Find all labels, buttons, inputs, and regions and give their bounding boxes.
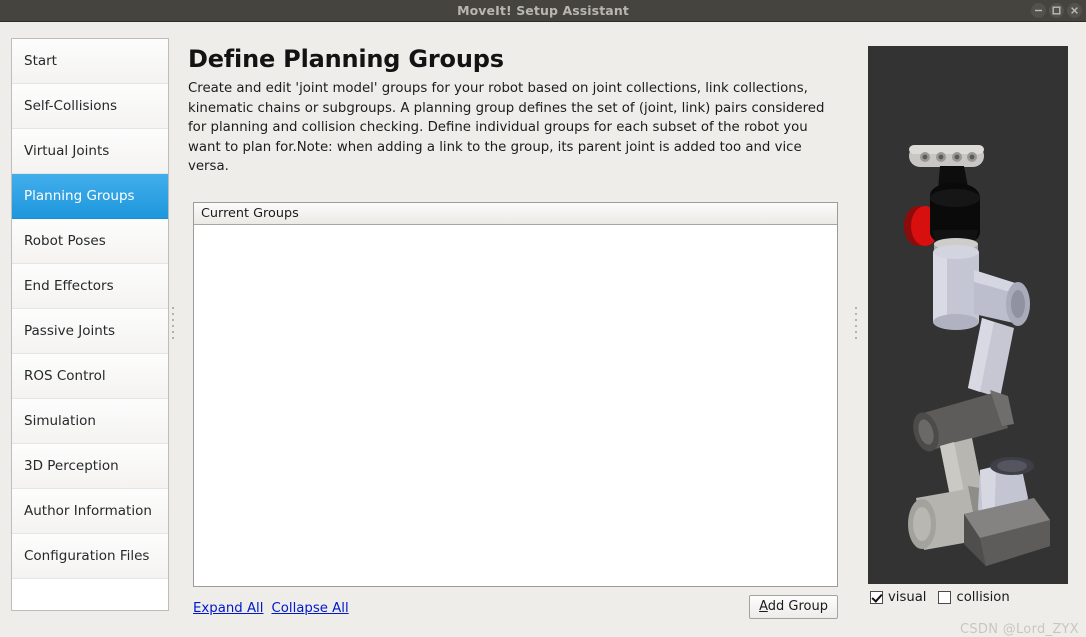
sidebar-item-label: Author Information — [24, 503, 152, 519]
maximize-button[interactable] — [1049, 3, 1064, 18]
sidebar-item-label: End Effectors — [24, 278, 114, 294]
sidebar-item-label: Start — [24, 53, 57, 69]
minimize-button[interactable] — [1031, 3, 1046, 18]
robot-3d-view[interactable] — [868, 46, 1068, 584]
collision-checkbox-label: collision — [956, 590, 1010, 605]
sidebar-item-end-effectors[interactable]: End Effectors — [12, 264, 168, 309]
page-title: Define Planning Groups — [188, 45, 504, 73]
collision-checkbox-box[interactable] — [938, 591, 952, 604]
sidebar-splitter[interactable] — [170, 38, 176, 611]
sidebar-item-label: 3D Perception — [24, 458, 119, 474]
watermark-text: CSDN @Lord_ZYX — [960, 622, 1079, 637]
sidebar-item-label: Configuration Files — [24, 548, 150, 564]
window-controls — [1031, 3, 1082, 18]
sidebar-item-label: ROS Control — [24, 368, 106, 384]
maximize-icon — [1052, 6, 1061, 15]
robot-render — [868, 46, 1068, 584]
sidebar-item-3d-perception[interactable]: 3D Perception — [12, 444, 168, 489]
viewer-splitter[interactable] — [853, 38, 859, 611]
add-group-label: dd Group — [767, 599, 828, 614]
current-groups-list[interactable] — [194, 225, 837, 586]
sidebar-item-label: Planning Groups — [24, 188, 135, 204]
sidebar-item-self-collisions[interactable]: Self-Collisions — [12, 84, 168, 129]
sidebar-item-author-information[interactable]: Author Information — [12, 489, 168, 534]
close-icon — [1071, 7, 1078, 14]
sidebar-item-robot-poses[interactable]: Robot Poses — [12, 219, 168, 264]
viewer-display-options: visual collision — [870, 590, 1016, 605]
window-titlebar: MoveIt! Setup Assistant — [0, 0, 1086, 22]
visual-checkbox-label: visual — [888, 590, 927, 605]
robot-sensor — [909, 145, 984, 167]
add-group-mnemonic: A — [759, 599, 768, 614]
sidebar-item-planning-groups[interactable]: Planning Groups — [12, 174, 168, 219]
page-description: Create and edit 'joint model' groups for… — [188, 81, 825, 174]
sidebar-item-simulation[interactable]: Simulation — [12, 399, 168, 444]
sidebar-item-virtual-joints[interactable]: Virtual Joints — [12, 129, 168, 174]
splitter-grip — [172, 306, 174, 343]
visual-checkbox[interactable]: visual — [870, 590, 926, 605]
close-button[interactable] — [1067, 3, 1082, 18]
main-content: Define Planning Groups Create and edit '… — [188, 32, 848, 619]
add-group-button[interactable]: Add Group — [749, 595, 838, 619]
sidebar-item-label: Robot Poses — [24, 233, 106, 249]
sidebar-item-label: Self-Collisions — [24, 98, 118, 114]
sidebar-item-label: Passive Joints — [24, 323, 116, 339]
current-groups-panel: Current Groups — [193, 202, 838, 587]
groups-action-bar: Expand All Collapse All Add Group — [193, 595, 838, 623]
sidebar-item-ros-control[interactable]: ROS Control — [12, 354, 168, 399]
sidebar-item-label: Simulation — [24, 413, 96, 429]
visual-checkbox-box[interactable] — [870, 591, 883, 604]
collapse-all-link[interactable]: Collapse All — [271, 601, 348, 616]
current-groups-header: Current Groups — [194, 203, 837, 225]
navigation-sidebar: Start Self-Collisions Virtual Joints Planni… — [11, 38, 169, 611]
expand-all-link[interactable]: Expand All — [193, 601, 263, 616]
robot-viewer-pane: visual collision — [868, 46, 1068, 605]
sidebar-item-label: Virtual Joints — [24, 143, 110, 159]
minimize-icon — [1035, 9, 1042, 12]
sidebar-item-start[interactable]: Start — [12, 39, 168, 84]
app-root: Start Self-Collisions Virtual Joints Planni… — [0, 22, 1086, 637]
sidebar-item-passive-joints[interactable]: Passive Joints — [12, 309, 168, 354]
collision-checkbox[interactable]: collision — [938, 590, 1010, 605]
sidebar-item-configuration-files[interactable]: Configuration Files — [12, 534, 168, 579]
window-title: MoveIt! Setup Assistant — [457, 3, 629, 18]
splitter-grip — [855, 306, 857, 343]
robot-wrist-link — [933, 245, 979, 330]
